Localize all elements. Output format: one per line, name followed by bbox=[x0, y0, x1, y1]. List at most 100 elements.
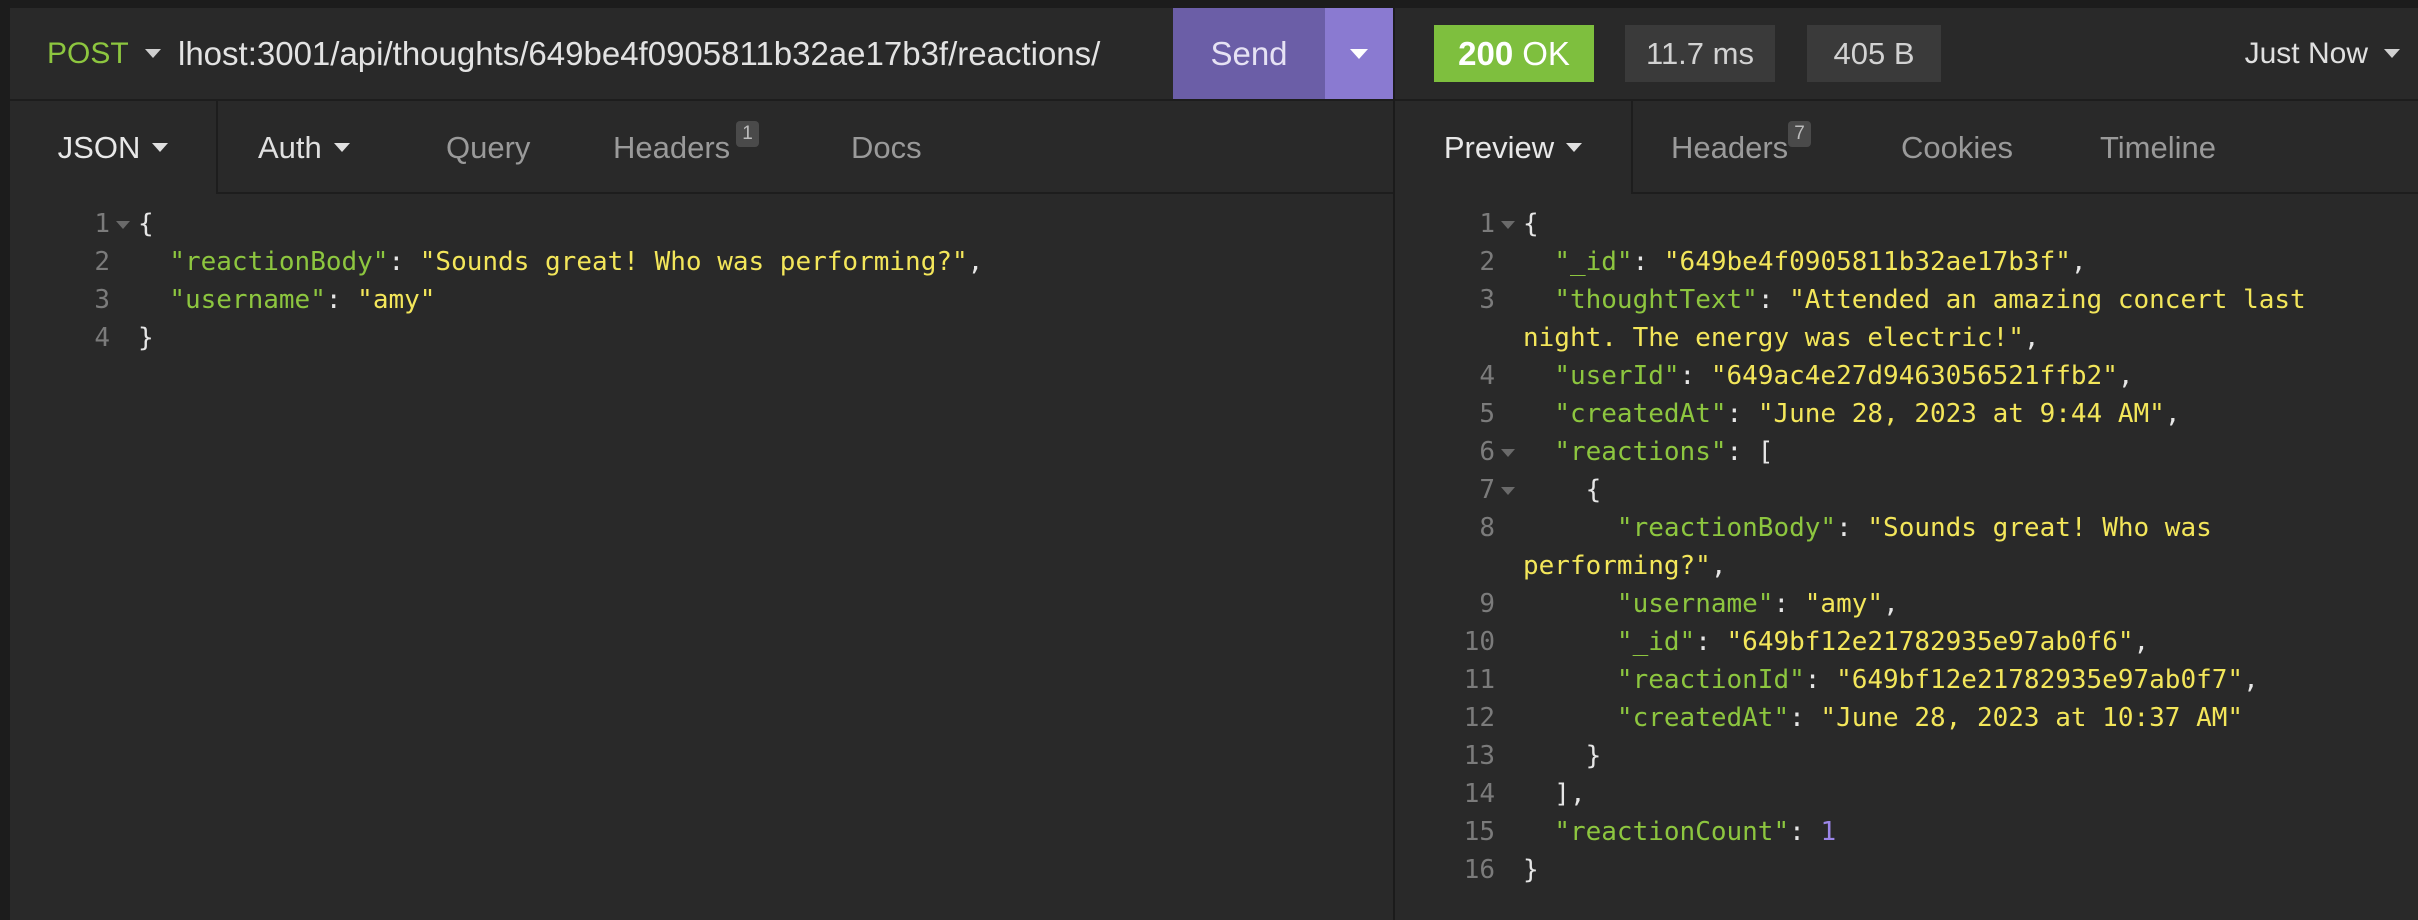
code-text: "reactionCount": 1 bbox=[1523, 813, 1836, 851]
code-token: "649bf12e21782935e97ab0f6" bbox=[1726, 627, 2134, 657]
window-top-border bbox=[0, 0, 2418, 8]
line-number: 2 bbox=[94, 247, 110, 277]
url-input[interactable]: lhost:3001/api/thoughts/649be4f0905811b3… bbox=[178, 8, 1100, 99]
code-token: "_id" bbox=[1616, 627, 1696, 657]
history-dropdown[interactable]: Just Now bbox=[2245, 8, 2400, 99]
code-token: : bbox=[1679, 361, 1711, 391]
code-token: "username" bbox=[1616, 589, 1774, 619]
method-selector[interactable]: POST bbox=[47, 8, 161, 99]
response-pane: 200 OK 11.7 ms 405 B Just Now Preview He… bbox=[1393, 8, 2418, 920]
tab-divider bbox=[216, 192, 1393, 194]
chevron-down-icon bbox=[152, 143, 169, 152]
code-token: "username" bbox=[169, 285, 326, 315]
code-text: { bbox=[1523, 471, 1602, 509]
code-token: "649be4f0905811b32ae17b3f" bbox=[1663, 247, 2071, 277]
code-token: "createdAt" bbox=[1554, 399, 1727, 429]
chevron-down-icon bbox=[1566, 143, 1583, 152]
tab-label: Query bbox=[446, 129, 531, 165]
code-token: : [ bbox=[1726, 437, 1774, 467]
line-number: 16 bbox=[1463, 855, 1495, 885]
code-token: "Sounds great! Who was performing?" bbox=[419, 247, 968, 277]
code-token: : bbox=[1789, 703, 1821, 733]
code-line: 16} bbox=[1435, 851, 2410, 889]
code-token: "createdAt" bbox=[1616, 703, 1790, 733]
code-line: 5 "createdAt": "June 28, 2023 at 9:44 AM… bbox=[1435, 395, 2410, 433]
code-token: night. The energy was electric!" bbox=[1523, 323, 2024, 353]
code-token: "amy" bbox=[357, 285, 436, 315]
code-token: "reactionBody" bbox=[1616, 513, 1837, 543]
line-number: 12 bbox=[1463, 703, 1495, 733]
code-token: ], bbox=[1523, 779, 1586, 809]
send-button[interactable]: Send bbox=[1173, 8, 1325, 99]
tab-query[interactable]: Query bbox=[446, 101, 530, 194]
code-token: : bbox=[388, 247, 420, 277]
code-token: : bbox=[1695, 627, 1727, 657]
tab-headers[interactable]: Headers 1 bbox=[613, 101, 759, 194]
code-token: "reactionId" bbox=[1616, 665, 1805, 695]
code-text: "reactionId": "649bf12e21782935e97ab0f7"… bbox=[1523, 661, 2259, 699]
code-text: "userId": "649ac4e27d9463056521ffb2", bbox=[1523, 357, 2134, 395]
status-code: 200 bbox=[1458, 34, 1514, 72]
response-size-badge: 405 B bbox=[1807, 25, 1941, 82]
line-number: 1 bbox=[1479, 209, 1495, 239]
code-text: "reactions": [ bbox=[1523, 433, 1773, 471]
code-token: "reactionCount" bbox=[1554, 817, 1790, 847]
code-token: "649bf12e21782935e97ab0f7" bbox=[1836, 665, 2244, 695]
tab-preview[interactable]: Preview bbox=[1395, 101, 1633, 194]
code-token: "Attended an amazing concert last bbox=[1789, 285, 2306, 315]
code-token: , bbox=[2117, 361, 2134, 391]
code-line: 4} bbox=[50, 319, 1380, 357]
code-line: 3 "thoughtText": "Attended an amazing co… bbox=[1435, 281, 2410, 319]
tab-json[interactable]: JSON bbox=[10, 101, 218, 194]
code-token: , bbox=[2023, 323, 2040, 353]
code-line: 7 { bbox=[1435, 471, 2410, 509]
request-body-editor[interactable]: 1{2 "reactionBody": "Sounds great! Who w… bbox=[50, 205, 1380, 357]
code-token: : bbox=[1632, 247, 1664, 277]
response-tabs: Preview Headers 7 Cookies Timeline bbox=[1395, 101, 2418, 194]
tab-auth[interactable]: Auth bbox=[258, 101, 350, 194]
code-text: "username": "amy", bbox=[1523, 585, 1899, 623]
code-text: night. The energy was electric!", bbox=[1523, 319, 2040, 357]
send-options-button[interactable] bbox=[1325, 8, 1393, 99]
tab-response-headers[interactable]: Headers 7 bbox=[1671, 101, 1811, 194]
fold-toggle-icon[interactable] bbox=[116, 221, 130, 229]
code-token: , bbox=[2243, 665, 2259, 695]
request-bar: POST lhost:3001/api/thoughts/649be4f0905… bbox=[10, 8, 1393, 101]
tab-docs[interactable]: Docs bbox=[851, 101, 922, 194]
code-text: "_id": "649bf12e21782935e97ab0f6", bbox=[1523, 623, 2149, 661]
line-number: 3 bbox=[94, 285, 110, 315]
code-token: } bbox=[138, 323, 154, 353]
code-text: { bbox=[138, 205, 154, 243]
fold-toggle-icon[interactable] bbox=[1501, 221, 1515, 229]
tab-label: Headers bbox=[1671, 129, 1789, 165]
code-token: "reactionBody" bbox=[169, 247, 389, 277]
code-text: "thoughtText": "Attended an amazing conc… bbox=[1523, 281, 2306, 319]
code-token: , bbox=[1883, 589, 1899, 619]
line-number: 8 bbox=[1479, 513, 1495, 543]
fold-toggle-icon[interactable] bbox=[1501, 487, 1515, 495]
headers-count-badge: 7 bbox=[1788, 120, 1811, 147]
line-number: 3 bbox=[1479, 285, 1495, 315]
code-token: , bbox=[2070, 247, 2087, 277]
line-number: 14 bbox=[1463, 779, 1495, 809]
tab-label: JSON bbox=[57, 129, 141, 165]
tab-timeline[interactable]: Timeline bbox=[2100, 101, 2216, 194]
code-token: , bbox=[2164, 399, 2181, 429]
code-line: 15 "reactionCount": 1 bbox=[1435, 813, 2410, 851]
fold-toggle-icon[interactable] bbox=[1501, 449, 1515, 457]
code-line: 2 "reactionBody": "Sounds great! Who was… bbox=[50, 243, 1380, 281]
chevron-down-icon bbox=[2384, 49, 2400, 58]
tab-cookies[interactable]: Cookies bbox=[1901, 101, 2013, 194]
code-line: 3 "username": "amy" bbox=[50, 281, 1380, 319]
code-line: night. The energy was electric!", bbox=[1435, 319, 2410, 357]
code-text: "reactionBody": "Sounds great! Who was bbox=[1523, 509, 2212, 547]
code-token: "June 28, 2023 at 10:37 AM" bbox=[1820, 703, 2244, 733]
code-line: 9 "username": "amy", bbox=[1435, 585, 2410, 623]
